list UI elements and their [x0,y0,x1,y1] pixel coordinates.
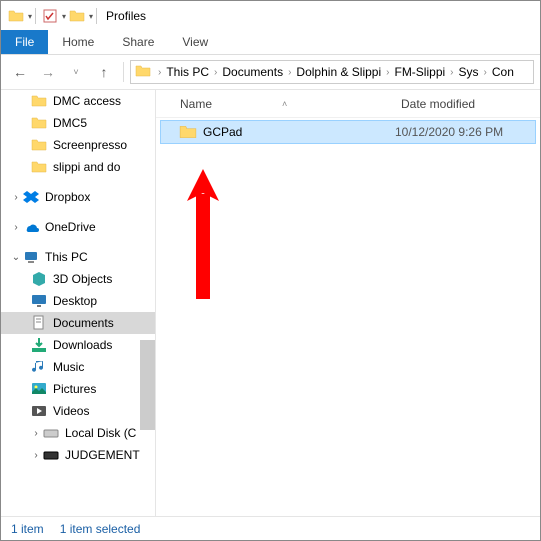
file-tab[interactable]: File [1,30,48,54]
sidebar-item-label: Music [53,360,84,374]
back-button[interactable]: ← [7,59,33,85]
chevron-right-icon[interactable]: › [31,450,41,461]
sidebar-item-dropbox[interactable]: › Dropbox [1,186,155,208]
breadcrumb[interactable]: FM-Slippi [392,65,447,79]
pictures-icon [31,381,47,397]
sidebar-item-label: JUDGEMENT [65,448,140,462]
sidebar-item-label: 3D Objects [53,272,112,286]
3d-objects-icon [31,271,47,287]
tab-share[interactable]: Share [108,30,168,54]
sidebar-item-label: DMC5 [53,116,87,130]
breadcrumb[interactable]: Documents [220,65,285,79]
titlebar: ▾ ▾ ▾ Profiles [1,1,540,31]
status-bar: 1 item 1 item selected [1,516,540,540]
sidebar-item-label: Pictures [53,382,96,396]
folder-icon [31,159,47,175]
breadcrumb[interactable]: This PC [164,65,211,79]
sidebar-item[interactable]: Videos [1,400,155,422]
sidebar-item-documents[interactable]: Documents [1,312,155,334]
ribbon-tabs: File Home Share View [1,31,540,55]
sidebar-item[interactable]: Music [1,356,155,378]
folder-icon [7,7,25,25]
sidebar-item[interactable]: slippi and do [1,156,155,178]
sidebar-item[interactable]: 3D Objects [1,268,155,290]
tab-view[interactable]: View [168,30,222,54]
sidebar-item[interactable]: Downloads [1,334,155,356]
chevron-down-icon[interactable]: ▾ [62,12,66,21]
sidebar-item-label: Downloads [53,338,112,352]
sidebar-item[interactable]: DMC access [1,90,155,112]
folder-icon [135,63,151,82]
sidebar-item[interactable]: Screenpresso [1,134,155,156]
sidebar-item-label: OneDrive [45,220,96,234]
window-title: Profiles [106,9,146,23]
address-bar[interactable]: › This PC › Documents › Dolphin & Slippi… [130,60,534,84]
sidebar-item[interactable]: › JUDGEMENT [1,444,155,466]
sidebar-item-label: slippi and do [53,160,120,174]
column-header-name[interactable]: Name˄ [156,97,391,111]
downloads-icon [31,337,47,353]
sidebar-item[interactable]: DMC5 [1,112,155,134]
documents-icon [31,315,47,331]
status-item-count: 1 item [11,522,44,536]
sidebar-item-label: Screenpresso [53,138,127,152]
column-headers: Name˄ Date modified [156,90,540,118]
up-button[interactable]: ↑ [91,59,117,85]
chevron-down-icon[interactable]: ▾ [89,12,93,21]
tab-home[interactable]: Home [48,30,108,54]
dropbox-icon [23,189,39,205]
chevron-right-icon[interactable]: › [481,67,490,78]
chevron-right-icon[interactable]: › [31,428,41,439]
breadcrumb[interactable]: Con [490,65,516,79]
properties-icon[interactable] [41,7,59,25]
column-header-date[interactable]: Date modified [391,97,540,111]
sort-asc-icon: ˄ [282,99,287,109]
folder-icon [179,123,197,141]
navigation-pane: DMC access DMC5 Screenpresso slippi and … [1,90,156,516]
sidebar-item-label: Documents [53,316,114,330]
sidebar-item-label: Dropbox [45,190,90,204]
sidebar-item[interactable]: Desktop [1,290,155,312]
sidebar-item-label: Local Disk (C [65,426,136,440]
music-icon [31,359,47,375]
breadcrumb[interactable]: Dolphin & Slippi [294,65,383,79]
folder-icon [68,7,86,25]
chevron-right-icon[interactable]: › [211,67,220,78]
forward-button[interactable]: → [35,59,61,85]
breadcrumb[interactable]: Sys [457,65,481,79]
sidebar-item-label: This PC [45,250,88,264]
navigation-row: ← → ˅ ↑ › This PC › Documents › Dolphin … [1,55,540,89]
computer-icon [23,249,39,265]
recent-locations-button[interactable]: ˅ [63,59,89,85]
file-list-pane: Name˄ Date modified GCPad 10/12/2020 9:2… [156,90,540,516]
sidebar-item-thispc[interactable]: ⌄ This PC [1,246,155,268]
file-row[interactable]: GCPad 10/12/2020 9:26 PM [160,120,536,144]
chevron-right-icon[interactable]: › [383,67,392,78]
status-selection: 1 item selected [60,522,141,536]
chevron-right-icon[interactable]: › [11,222,21,233]
file-date: 10/12/2020 9:26 PM [395,125,503,139]
file-name: GCPad [203,125,395,139]
sidebar-item-label: Videos [53,404,89,418]
sidebar-item-label: Desktop [53,294,97,308]
chevron-right-icon[interactable]: › [285,67,294,78]
sidebar-item-onedrive[interactable]: › OneDrive [1,216,155,238]
sidebar-item-label: DMC access [53,94,121,108]
chevron-right-icon[interactable]: › [155,67,164,78]
folder-icon [31,137,47,153]
chevron-right-icon[interactable]: › [447,67,456,78]
folder-icon [31,115,47,131]
drive-icon [43,447,59,463]
folder-icon [31,93,47,109]
scrollbar-thumb[interactable] [140,340,155,430]
chevron-down-icon[interactable]: ⌄ [11,252,21,263]
sidebar-item[interactable]: Pictures [1,378,155,400]
desktop-icon [31,293,47,309]
videos-icon [31,403,47,419]
onedrive-icon [23,219,39,235]
chevron-down-icon[interactable]: ▾ [28,12,32,21]
sidebar-item[interactable]: › Local Disk (C [1,422,155,444]
chevron-right-icon[interactable]: › [11,192,21,203]
disk-icon [43,425,59,441]
